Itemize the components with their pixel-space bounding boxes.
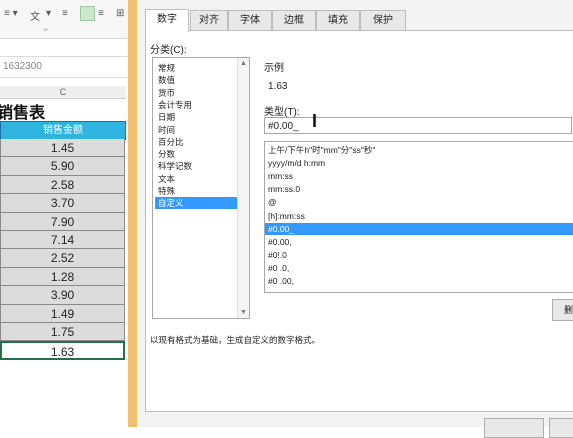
format-item[interactable]: #0!.0 — [265, 249, 573, 261]
sample-value: 1.63 — [268, 81, 288, 92]
format-item[interactable]: [h]:mm:ss — [265, 210, 573, 222]
align-left-icon[interactable]: ≡ — [62, 8, 68, 19]
table-cell[interactable]: 2.52 — [0, 249, 125, 268]
tab-5[interactable]: 保护 — [360, 10, 406, 31]
ribbon-icon-1[interactable]: ≡ ▾ — [4, 8, 18, 19]
format-item[interactable]: @ — [265, 196, 573, 208]
category-item[interactable]: 货币 — [155, 87, 238, 99]
cancel-button[interactable] — [549, 418, 573, 438]
category-item[interactable]: 分数 — [155, 148, 238, 160]
tab-0[interactable]: 数字 — [145, 9, 189, 32]
category-item[interactable]: 会计专用 — [155, 99, 238, 111]
table-cell[interactable]: 7.14 — [0, 230, 125, 250]
text-cursor-icon: I — [312, 111, 318, 131]
table-cell[interactable]: 1.75 — [0, 322, 125, 342]
tab-3[interactable]: 边框 — [272, 10, 316, 31]
ok-button[interactable] — [484, 418, 544, 438]
formula-bar[interactable]: 1632300 — [0, 56, 135, 78]
number-tab-panel: 分类(C): 常规 数值 货币 会计专用 日期 时间 百分比 分数 科学记数 文本 特殊 自定义 ▲ … — [145, 30, 573, 412]
ribbon: ≡ ▾ 文 ▾ ≡ ≡ ⊞ ⌐ — [0, 0, 135, 39]
format-item[interactable]: #0 .00, — [265, 275, 573, 287]
table-cell[interactable]: 2.58 — [0, 175, 125, 195]
sales-cells: 1.45 5.90 2.58 3.70 7.90 7.14 2.52 1.28 3.90 1.49… — [0, 139, 126, 360]
category-item[interactable]: 常规 — [155, 62, 238, 74]
excel-window: ≡ ▾ 文 ▾ ≡ ≡ ⊞ ⌐ 1632300 C 销售表 销售金额 1.45 5… — [0, 0, 135, 427]
category-item[interactable]: 数值 — [155, 74, 238, 86]
format-item[interactable]: #0.00, — [265, 236, 573, 248]
sheet-title-text: 销售表 — [0, 105, 46, 122]
tab-1[interactable]: 对齐 — [190, 10, 228, 31]
table-cell[interactable]: 7.90 — [0, 212, 125, 231]
sheet-title[interactable]: 销售表 — [0, 98, 126, 122]
table-cell[interactable]: 3.70 — [0, 194, 125, 213]
category-item[interactable]: 百分比 — [155, 136, 238, 148]
type-input[interactable]: #0.00_ — [264, 117, 572, 134]
format-item[interactable]: 上午/下午h"时"mm"分"ss"秒" — [265, 144, 573, 156]
category-label: 分类(C): — [150, 45, 187, 56]
category-item[interactable]: 时间 — [155, 124, 238, 136]
table-cell[interactable]: 1.63 — [0, 341, 125, 360]
category-scrollbar[interactable]: ▲ ▼ — [237, 58, 249, 318]
formula-value: 1632300 — [3, 61, 42, 72]
description-text: 以现有格式为基础，生成自定义的数字格式。 — [150, 335, 321, 345]
format-list[interactable]: 上午/下午h"时"mm"分"ss"秒" yyyy/m/d h:mm mm:ss mm:… — [264, 141, 573, 293]
format-item[interactable]: yyyy/m/d h:mm — [265, 157, 573, 169]
format-item[interactable]: #0.00_ — [265, 222, 573, 235]
scroll-down-icon[interactable]: ▼ — [240, 309, 247, 316]
type-label: 类型(T): — [264, 107, 300, 118]
wen-icon[interactable]: 文 — [30, 8, 40, 23]
table-cell[interactable]: 5.90 — [0, 157, 125, 176]
table-header-cell[interactable]: 销售金额 — [0, 121, 126, 140]
table-cell[interactable]: 3.90 — [0, 286, 125, 305]
format-item[interactable]: mm:ss — [265, 170, 573, 182]
category-item[interactable]: 科学记数 — [155, 160, 238, 172]
category-item[interactable]: 特殊 — [155, 185, 238, 197]
category-item[interactable]: 日期 — [155, 111, 238, 123]
align-right-icon[interactable]: ≡ — [98, 8, 104, 19]
format-cells-dialog: 数字 对齐 字体 边框 填充 保护 分类(C): 常规 数值 货币 会计专用 日期 时间 百分比 分数科… — [137, 0, 573, 438]
format-item[interactable]: #0 .0, — [265, 262, 573, 274]
dropdown-icon[interactable]: ▾ — [46, 8, 51, 19]
category-list[interactable]: 常规 数值 货币 会计专用 日期 时间 百分比 分数 科学记数 文本 特殊 自定义 ▲ ▼ — [152, 57, 250, 319]
tab-4[interactable]: 填充 — [316, 10, 360, 31]
delete-button[interactable]: 删除 — [552, 299, 573, 321]
category-item[interactable]: 文本 — [155, 173, 238, 185]
table-cell[interactable]: 1.49 — [0, 304, 125, 323]
table-cell[interactable]: 1.28 — [0, 267, 125, 287]
align-center-icon[interactable] — [80, 6, 95, 21]
scroll-up-icon[interactable]: ▲ — [240, 60, 247, 67]
format-item[interactable]: mm:ss.0 — [265, 183, 573, 195]
category-item[interactable]: 自定义 — [155, 197, 238, 210]
table-cell[interactable]: 1.45 — [0, 139, 125, 158]
ribbon-launcher-icon[interactable]: ⌐ — [44, 25, 49, 34]
sample-label: 示例 — [264, 63, 284, 74]
tab-2[interactable]: 字体 — [228, 10, 272, 31]
merge-icon[interactable]: ⊞ — [116, 8, 124, 19]
